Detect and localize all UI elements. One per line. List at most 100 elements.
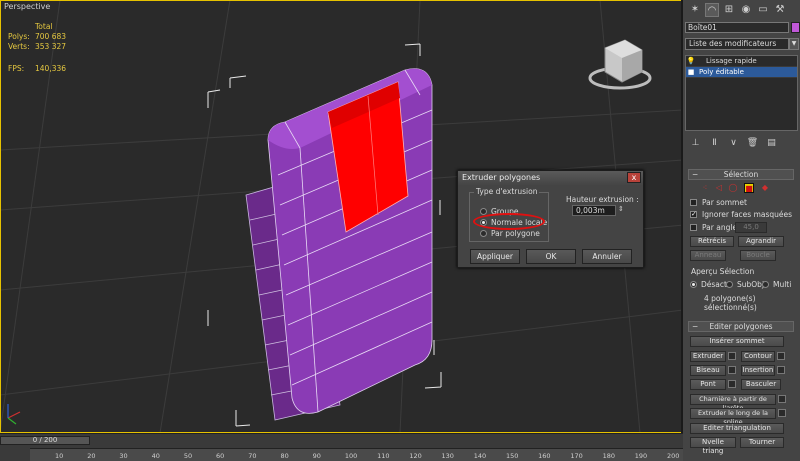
pin-stack-icon[interactable]: ⊥	[689, 137, 702, 149]
time-slider[interactable]: 0 / 200	[0, 436, 90, 445]
ring-button[interactable]: Anneau	[690, 250, 726, 261]
timeline-tick-label: 180	[602, 452, 615, 460]
expand-icon[interactable]: ■	[686, 67, 696, 77]
chevron-down-icon[interactable]: ▼	[789, 38, 799, 50]
radio-label: Multi	[773, 280, 792, 289]
inset-button[interactable]: Insertion	[741, 365, 775, 376]
extrusion-type-label: Type d'extrusion	[474, 187, 540, 196]
radio-label: SubObj	[737, 280, 765, 289]
checkbox-checked[interactable]: ✓	[690, 211, 697, 218]
show-end-result-icon[interactable]: Ⅱ	[708, 137, 721, 149]
outline-settings-button[interactable]	[777, 352, 785, 360]
retriangulate-button[interactable]: Nvelle triang	[690, 437, 736, 455]
extrusion-height-label: Hauteur extrusion :	[566, 195, 639, 204]
element-mode-icon[interactable]: ◆	[760, 183, 770, 193]
extrude-along-spline-button[interactable]: Extruder le long de la spline	[690, 408, 776, 426]
edit-polygons-title: Editer polygones	[709, 322, 773, 331]
radio-circle-selected[interactable]	[690, 281, 697, 288]
make-unique-icon[interactable]: ∨	[727, 137, 740, 149]
utilities-tab-icon[interactable]: ⚒	[773, 3, 787, 17]
inset-settings-button[interactable]	[777, 366, 785, 374]
flip-button[interactable]: Basculer	[741, 379, 781, 390]
preview-multi-radio[interactable]: Multi	[762, 280, 791, 289]
checkbox[interactable]	[690, 224, 697, 231]
stack-item-smooth[interactable]: 💡 Lissage rapide	[686, 56, 797, 67]
edit-polygons-rollout-header[interactable]: − Editer polygones	[688, 321, 794, 332]
motion-tab-icon[interactable]: ◉	[739, 3, 753, 17]
modifier-list-dropdown[interactable]: Liste des modificateurs	[685, 38, 789, 50]
stats-fps-label: FPS:	[8, 64, 25, 73]
by-vertex-checkbox[interactable]: Par sommet	[690, 198, 747, 207]
edit-triangulation-button[interactable]: Editer triangulation	[690, 423, 784, 434]
spinner-icon[interactable]: ⇕	[618, 205, 624, 213]
object-color-swatch[interactable]	[791, 22, 800, 33]
dialog-title: Extruder polygones	[462, 173, 541, 182]
grow-button[interactable]: Agrandir	[738, 236, 784, 247]
radio-label: Désact	[701, 280, 727, 289]
extrude-spline-settings-button[interactable]	[778, 409, 786, 417]
polygon-mode-icon[interactable]: ■	[744, 183, 754, 193]
close-button[interactable]: x	[627, 172, 641, 183]
create-tab-icon[interactable]: ✶	[688, 3, 702, 17]
collapse-icon: −	[692, 322, 699, 331]
extrude-button[interactable]: Extruder	[690, 351, 726, 362]
highlight-annotation	[473, 213, 545, 230]
bridge-button[interactable]: Pont	[690, 379, 726, 390]
bevel-button[interactable]: Biseau	[690, 365, 726, 376]
viewport-label[interactable]: Perspective	[4, 2, 50, 11]
lightbulb-icon[interactable]: 💡	[686, 56, 696, 66]
radio-circle[interactable]	[480, 230, 487, 237]
checkbox-label: Par sommet	[702, 198, 747, 207]
stats-total-label: Total	[35, 22, 53, 31]
edge-mode-icon[interactable]: ◁	[714, 183, 724, 193]
radio-label: Par polygone	[491, 229, 540, 238]
timeline-tick-label: 130	[441, 452, 454, 460]
configure-sets-icon[interactable]: ▤	[765, 137, 778, 149]
outline-button[interactable]: Contour	[741, 351, 775, 362]
angle-input[interactable]: 45,0	[735, 222, 767, 233]
timeline-tick-label: 200	[667, 452, 680, 460]
timeline-tick-label: 140	[473, 452, 487, 460]
preview-subobj-radio[interactable]: SubObj	[726, 280, 764, 289]
loop-button[interactable]: Boucle	[740, 250, 776, 261]
remove-modifier-icon[interactable]: 🗑	[746, 137, 759, 149]
hierarchy-tab-icon[interactable]: ⊞	[722, 3, 736, 17]
radio-circle[interactable]	[726, 281, 733, 288]
timeline-tick-label: 150	[505, 452, 519, 460]
turn-button[interactable]: Tourner	[740, 437, 784, 448]
radio-circle[interactable]	[762, 281, 769, 288]
ignore-backfacing-checkbox[interactable]: ✓ Ignorer faces masquées	[690, 210, 792, 219]
modifier-stack: 💡 Lissage rapide ■ Poly éditable	[685, 55, 798, 131]
cancel-button[interactable]: Annuler	[582, 249, 632, 264]
extrusion-height-input[interactable]: 0,003m	[572, 205, 616, 216]
timeline-tick-label: 50	[183, 452, 193, 460]
extrude-settings-button[interactable]	[728, 352, 736, 360]
checkbox[interactable]	[690, 199, 697, 206]
preview-off-radio[interactable]: Désact	[690, 280, 727, 289]
shrink-button[interactable]: Rétrécis	[690, 236, 734, 247]
vertex-mode-icon[interactable]: ⁖	[700, 183, 710, 193]
stack-item-editable-poly[interactable]: ■ Poly éditable	[686, 67, 797, 78]
display-tab-icon[interactable]: ▭	[756, 3, 770, 17]
timeline-tick-label: 120	[409, 452, 422, 460]
bridge-settings-button[interactable]	[728, 380, 736, 388]
timeline-tick-label: 30	[119, 452, 128, 460]
selection-status: 4 polygone(s) sélectionné(s)	[704, 294, 757, 312]
hinge-settings-button[interactable]	[778, 395, 786, 403]
stats-polys-label: Polys:	[8, 32, 30, 41]
border-mode-icon[interactable]: ◯	[728, 183, 738, 193]
dialog-title-bar[interactable]: Extruder polygones x	[458, 171, 643, 185]
hinge-from-edge-button[interactable]: Charnière à partir de l'arête	[690, 394, 776, 412]
selection-rollout-header[interactable]: − Sélection	[688, 169, 794, 180]
object-name-field[interactable]: Boîte01	[685, 22, 789, 33]
modify-tab-icon[interactable]: ◠	[705, 3, 719, 17]
axis-gizmo	[7, 404, 21, 425]
apply-button[interactable]: Appliquer	[470, 249, 520, 264]
stats-verts-value: 353 327	[35, 42, 67, 51]
radio-par-polygone[interactable]: Par polygone	[480, 229, 540, 238]
ok-button[interactable]: OK	[526, 249, 576, 264]
insert-vertex-button[interactable]: Insérer sommet	[690, 336, 784, 347]
stack-toolbar: ⊥ Ⅱ ∨ 🗑 ▤	[689, 137, 778, 149]
bevel-settings-button[interactable]	[728, 366, 736, 374]
viewcube[interactable]	[588, 39, 652, 90]
